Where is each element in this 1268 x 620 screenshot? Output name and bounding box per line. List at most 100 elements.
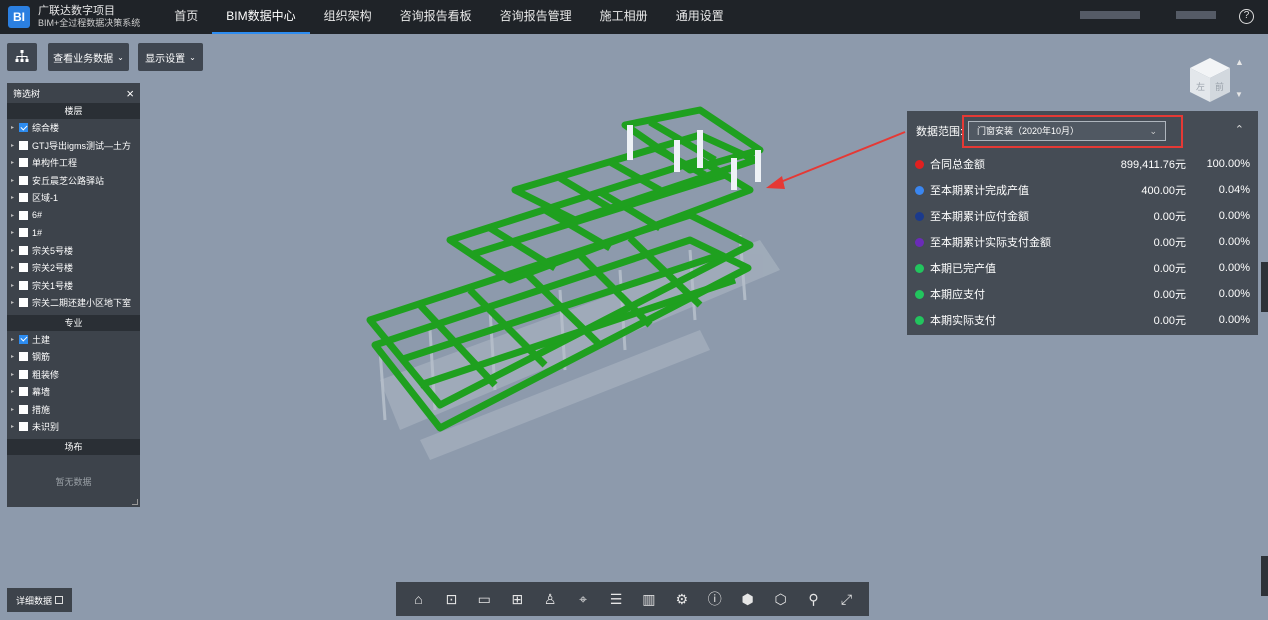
- checkbox[interactable]: [19, 228, 28, 238]
- chevron-down-icon: ⌄: [117, 52, 124, 62]
- checkbox[interactable]: [19, 245, 28, 255]
- caret-right-icon[interactable]: ▸: [11, 282, 19, 289]
- caret-right-icon[interactable]: ▸: [11, 124, 19, 131]
- checkbox[interactable]: [19, 352, 28, 362]
- floor-item[interactable]: ▸ 综合楼: [7, 119, 140, 137]
- view-business-data-button[interactable]: 查看业务数据 ⌄: [48, 43, 129, 71]
- floor-item[interactable]: ▸ 宗关2号楼: [7, 259, 140, 277]
- floor-item[interactable]: ▸ 6#: [7, 207, 140, 225]
- caret-right-icon[interactable]: ▸: [11, 353, 19, 360]
- view-menu-icon[interactable]: ▼: [1235, 90, 1243, 99]
- caret-right-icon[interactable]: ▸: [11, 264, 19, 271]
- chevron-down-icon: ⌄: [189, 52, 196, 62]
- checkbox[interactable]: [19, 369, 28, 379]
- zoom-region-icon[interactable]: ⊡: [441, 589, 461, 609]
- user-info[interactable]: [1080, 11, 1230, 23]
- home-view-icon[interactable]: ▲: [1235, 57, 1244, 67]
- floor-item[interactable]: ▸ 1#: [7, 224, 140, 242]
- view-cube[interactable]: 左 前: [1186, 56, 1234, 104]
- org-tree-button[interactable]: [7, 43, 37, 71]
- map-pin-icon[interactable]: ⚲: [804, 589, 824, 609]
- gear-icon[interactable]: ⚙: [672, 589, 692, 609]
- nav-organization[interactable]: 组织架构: [310, 0, 386, 34]
- floor-item[interactable]: ▸ 安丘晨芝公路驿站: [7, 172, 140, 190]
- floor-item[interactable]: ▸ 单构件工程: [7, 154, 140, 172]
- view-cube-front-face: 前: [1215, 81, 1224, 93]
- nav-report-board[interactable]: 咨询报告看板: [386, 0, 486, 34]
- caret-right-icon[interactable]: ▸: [11, 229, 19, 236]
- checkbox[interactable]: [19, 334, 28, 344]
- caret-right-icon[interactable]: ▸: [11, 177, 19, 184]
- display-settings-button[interactable]: 显示设置 ⌄: [138, 43, 203, 71]
- checkbox[interactable]: [19, 280, 28, 290]
- caret-right-icon[interactable]: ▸: [11, 194, 19, 201]
- checkbox[interactable]: [19, 298, 28, 308]
- caret-right-icon[interactable]: ▸: [11, 299, 19, 306]
- section-icon[interactable]: ⊞: [507, 589, 527, 609]
- caret-right-icon[interactable]: ▸: [11, 406, 19, 413]
- checkbox[interactable]: [19, 123, 28, 133]
- side-scrollbar[interactable]: [1261, 262, 1268, 312]
- discipline-list: ▸ 土建 ▸ 钢筋 ▸ 粗装修 ▸ 幕墙 ▸ 措施 ▸ 未识别: [7, 331, 140, 436]
- cube-icon[interactable]: ⬢: [738, 589, 758, 609]
- discipline-item[interactable]: ▸ 未识别: [7, 418, 140, 436]
- caret-right-icon[interactable]: ▸: [11, 371, 19, 378]
- checkbox[interactable]: [19, 263, 28, 273]
- data-row-percent: 0.00%: [1218, 236, 1250, 248]
- box-icon[interactable]: ⬡: [771, 589, 791, 609]
- caret-right-icon[interactable]: ▸: [11, 159, 19, 166]
- checkbox[interactable]: [19, 387, 28, 397]
- discipline-item[interactable]: ▸ 钢筋: [7, 348, 140, 366]
- info-icon[interactable]: ⓘ: [705, 589, 725, 609]
- data-row-percent: 100.00%: [1206, 158, 1250, 170]
- floor-item[interactable]: ▸ GTJ导出igms测试—土方: [7, 137, 140, 155]
- checkbox[interactable]: [19, 210, 28, 220]
- home-icon[interactable]: ⌂: [408, 589, 428, 609]
- floor-item[interactable]: ▸ 区域-1: [7, 189, 140, 207]
- discipline-item[interactable]: ▸ 幕墙: [7, 383, 140, 401]
- caret-right-icon[interactable]: ▸: [11, 247, 19, 254]
- resize-handle[interactable]: [132, 499, 138, 505]
- caret-right-icon[interactable]: ▸: [11, 336, 19, 343]
- side-scrollbar-lower[interactable]: [1261, 556, 1268, 596]
- collapse-up-icon[interactable]: ⌃: [1235, 123, 1244, 136]
- help-icon[interactable]: ?: [1239, 9, 1254, 24]
- location-pin-icon[interactable]: ⌖: [573, 589, 593, 609]
- data-row: 至本期累计应付金额 0.00元 0.00%: [907, 203, 1258, 229]
- nav-report-management[interactable]: 咨询报告管理: [486, 0, 586, 34]
- floor-item[interactable]: ▸ 宗关二期还建小区地下室: [7, 294, 140, 312]
- detail-data-label: 详细数据: [15, 595, 52, 606]
- measure-icon[interactable]: ▭: [474, 589, 494, 609]
- app-logo[interactable]: BI: [8, 6, 30, 28]
- checkbox[interactable]: [19, 175, 28, 185]
- checkbox[interactable]: [19, 193, 28, 203]
- nav-construction-album[interactable]: 施工相册: [586, 0, 662, 34]
- data-row-label: 本期已完产值: [930, 263, 996, 275]
- data-row-label: 本期实际支付: [930, 315, 996, 327]
- fullscreen-icon[interactable]: ⤢: [836, 589, 856, 609]
- checkbox[interactable]: [19, 158, 28, 168]
- checkbox[interactable]: [19, 422, 28, 432]
- data-range-select[interactable]: 门窗安装（2020年10月） ⌄: [968, 121, 1166, 141]
- checkbox[interactable]: [19, 404, 28, 414]
- nav-general-settings[interactable]: 通用设置: [662, 0, 738, 34]
- floor-label: 6#: [32, 210, 43, 221]
- caret-right-icon[interactable]: ▸: [11, 423, 19, 430]
- caret-right-icon[interactable]: ▸: [11, 212, 19, 219]
- chart-icon[interactable]: ▥: [639, 589, 659, 609]
- person-icon[interactable]: ♙: [540, 589, 560, 609]
- discipline-item[interactable]: ▸ 土建: [7, 331, 140, 349]
- checkbox[interactable]: [19, 140, 28, 150]
- detail-data-button[interactable]: 详细数据: [7, 588, 72, 612]
- discipline-item[interactable]: ▸ 粗装修: [7, 366, 140, 384]
- close-icon[interactable]: ×: [126, 86, 134, 101]
- caret-right-icon[interactable]: ▸: [11, 142, 19, 149]
- nav-home[interactable]: 首页: [160, 0, 212, 34]
- floor-item[interactable]: ▸ 宗关5号楼: [7, 242, 140, 260]
- nav-bim-data-center[interactable]: BIM数据中心: [212, 0, 310, 34]
- discipline-item[interactable]: ▸ 措施: [7, 401, 140, 419]
- caret-right-icon[interactable]: ▸: [11, 388, 19, 395]
- main-nav: 首页 BIM数据中心 组织架构 咨询报告看板 咨询报告管理 施工相册 通用设置: [160, 0, 737, 34]
- list-icon[interactable]: ☰: [606, 589, 626, 609]
- floor-item[interactable]: ▸ 宗关1号楼: [7, 277, 140, 295]
